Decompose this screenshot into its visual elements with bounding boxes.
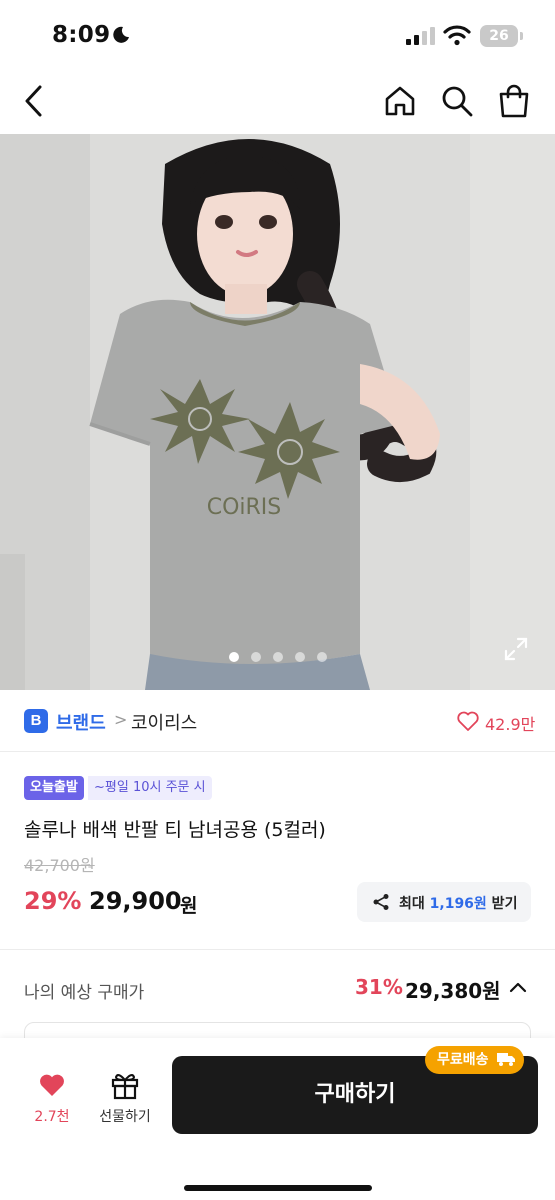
share-icon [373,894,389,910]
signal-icon [406,27,435,45]
wifi-icon [443,25,471,46]
expected-price-label: 나의 예상 구매가 [24,983,145,1003]
moon-icon [113,26,129,43]
shipping-cutoff-note: ~평일 10시 주문 시 [88,776,212,800]
carousel-dot[interactable] [294,652,305,662]
like-count: 2.7천 [34,1109,70,1125]
shopping-bag-icon[interactable] [497,83,531,119]
carousel-dot[interactable] [250,652,261,662]
brand-like-count: 42.9만 [485,715,536,734]
home-icon[interactable] [383,84,417,118]
expand-icon[interactable] [503,636,529,662]
brand-row[interactable]: B 브랜드 > 코이리스 42.9만 [0,690,555,752]
original-price: 42,700원 [24,856,95,875]
gift-icon [111,1074,139,1100]
top-navigation [0,70,555,134]
battery-indicator: 26 [480,25,523,47]
free-shipping-label: 무료배송 [437,1052,489,1068]
sale-price: 29,900 [89,887,182,915]
like-button[interactable]: 2.7천 [24,1068,80,1128]
expected-price-row[interactable]: 나의 예상 구매가 31% 29,380원 [0,950,555,1025]
expected-discount: 31% [355,975,403,999]
truck-icon [497,1052,516,1066]
heart-filled-icon [40,1074,64,1096]
heart-outline-icon[interactable] [456,709,480,733]
bottom-action-bar: 2.7천 선물하기 구매하기 무료배송 [0,1038,555,1200]
gift-button[interactable]: 선물하기 [92,1068,158,1128]
reward-amount: 1,196원 [429,896,487,912]
chevron-up-icon[interactable] [508,980,528,994]
expected-price-value: 29,380원 [405,979,501,1003]
shirt-print-text: COiRIS [207,495,282,520]
product-title: 솔루나 배색 반팔 티 남녀공용 (5컬러) [24,819,326,841]
brand-badge-icon: B [24,709,48,733]
breadcrumb-separator: > [114,710,128,729]
carousel-pagination [0,652,555,662]
carousel-dot[interactable] [316,652,327,662]
share-reward-button[interactable]: 최대 1,196원 받기 [357,882,531,922]
today-shipping-badge: 오늘출발 [24,776,84,800]
reward-suffix: 받기 [486,896,518,912]
home-indicator [184,1185,372,1191]
reward-prefix: 최대 [399,896,430,912]
free-shipping-badge: 무료배송 [425,1046,525,1074]
chevron-left-icon[interactable] [20,84,50,118]
product-image-carousel[interactable]: COiRIS [0,134,555,690]
search-icon[interactable] [440,84,474,118]
carousel-dot[interactable] [272,652,283,662]
product-photo: COiRIS [0,134,555,690]
brand-name-link[interactable]: 코이리스 [131,709,197,735]
carousel-dot[interactable] [228,652,239,662]
status-time: 8:09 [52,22,111,48]
price-currency: 원 [180,895,198,917]
gift-label: 선물하기 [99,1109,151,1125]
discount-rate: 29% [24,887,82,915]
brand-label[interactable]: 브랜드 [56,709,106,735]
reward-text: 최대 1,196원 받기 [399,893,517,913]
status-bar: 8:09 26 [0,0,555,70]
